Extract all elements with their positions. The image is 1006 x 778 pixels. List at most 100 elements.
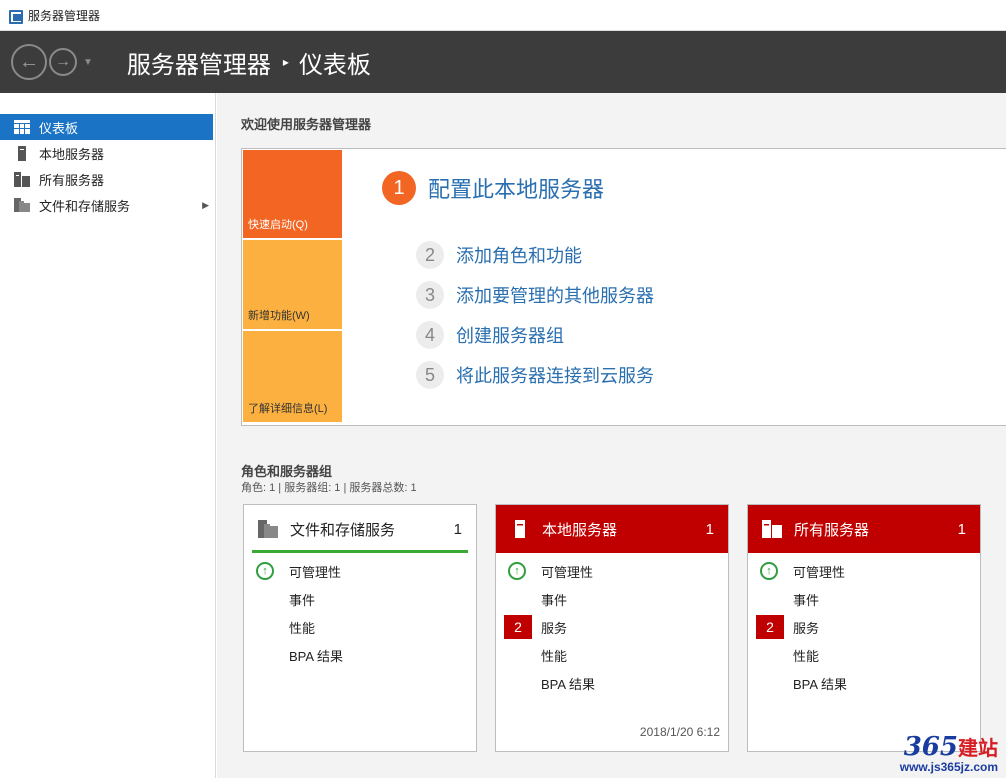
server-manager-icon <box>8 8 23 24</box>
window-title: 服务器管理器 <box>28 8 101 23</box>
local-server-icon <box>14 145 30 161</box>
sidebar-item-label: 文件和存储服务 <box>39 198 131 214</box>
sidebar-item-all-servers[interactable]: 所有服务器 <box>0 166 215 192</box>
sidebar-item-label: 仪表板 <box>39 120 79 136</box>
window-titlebar: 服务器管理器 <box>0 0 1006 31</box>
card-row-performance[interactable]: 性能 <box>496 641 728 669</box>
watermark-logo: 365建站 www.js365jz.com <box>900 734 998 774</box>
card-row-bpa[interactable]: BPA 结果 <box>496 669 728 697</box>
step-create-group[interactable]: 4 创建服务器组 <box>416 315 654 355</box>
card-count: 1 <box>705 520 714 538</box>
tile-learn-more[interactable]: 了解详细信息(L) <box>243 331 342 422</box>
card-row-services[interactable]: 2 服务 <box>748 613 980 641</box>
welcome-panel: 快速启动(Q) 新增功能(W) 了解详细信息(L) 1 配置此本地服务器 2 添… <box>241 148 1006 426</box>
step-link[interactable]: 添加要管理的其他服务器 <box>456 282 654 308</box>
sidebar-item-label: 所有服务器 <box>39 172 105 188</box>
roles-title: 角色和服务器组 <box>241 464 333 479</box>
sidebar-item-label: 本地服务器 <box>39 146 105 162</box>
step-list: 2 添加角色和功能 3 添加要管理的其他服务器 4 创建服务器组 5 将此服务器… <box>416 235 654 395</box>
card-row-manageability[interactable]: ↑ 可管理性 <box>244 557 476 585</box>
card-row-performance[interactable]: 性能 <box>244 613 476 641</box>
row-label: 可管理性 <box>289 564 342 580</box>
sidebar: 仪表板 本地服务器 所有服务器 文件和存储服务 ▶ <box>0 93 216 778</box>
submenu-chevron-icon[interactable]: ▶ <box>202 200 209 211</box>
card-row-performance[interactable]: 性能 <box>748 641 980 669</box>
row-label: 事件 <box>289 592 316 608</box>
alert-count-badge: 2 <box>504 615 532 639</box>
sidebar-item-file-storage[interactable]: 文件和存储服务 ▶ <box>0 192 215 218</box>
tile-whats-new[interactable]: 新增功能(W) <box>243 240 342 331</box>
forward-arrow-icon[interactable]: → <box>49 48 77 76</box>
step-number: 1 <box>382 171 416 205</box>
step-add-roles[interactable]: 2 添加角色和功能 <box>416 235 654 275</box>
card-row-bpa[interactable]: BPA 结果 <box>748 669 980 697</box>
card-header[interactable]: 所有服务器 1 <box>748 505 980 553</box>
card-title: 所有服务器 <box>794 521 870 539</box>
breadcrumb-app[interactable]: 服务器管理器 <box>127 45 271 80</box>
step-link[interactable]: 添加角色和功能 <box>456 242 582 268</box>
welcome-tiles: 快速启动(Q) 新增功能(W) 了解详细信息(L) <box>243 150 342 422</box>
role-card-all-servers[interactable]: 所有服务器 1 ↑ 可管理性 事件 2 服务 性能 BPA 结果 <box>747 504 981 752</box>
dropdown-caret-icon[interactable]: ▼ <box>83 57 93 68</box>
card-row-bpa[interactable]: BPA 结果 <box>244 641 476 669</box>
row-label: 事件 <box>541 592 568 608</box>
card-title: 文件和存储服务 <box>290 521 396 539</box>
status-ok-icon: ↑ <box>256 562 274 580</box>
step-link[interactable]: 将此服务器连接到云服务 <box>456 362 654 388</box>
card-row-manageability[interactable]: ↑ 可管理性 <box>748 557 980 585</box>
tile-label: 了解详细信息(L) <box>248 403 328 415</box>
tile-quick-start[interactable]: 快速启动(Q) <box>243 150 342 240</box>
card-row-services[interactable]: 2 服务 <box>496 613 728 641</box>
step-link[interactable]: 创建服务器组 <box>456 322 564 348</box>
watermark-brand: 365建站 <box>904 734 998 760</box>
status-ok-icon: ↑ <box>508 562 526 580</box>
back-arrow-icon[interactable]: ← <box>11 44 47 80</box>
roles-summary: 角色: 1 | 服务器组: 1 | 服务器总数: 1 <box>241 482 417 494</box>
card-title: 本地服务器 <box>542 521 618 539</box>
watermark-number: 365 <box>903 732 958 762</box>
file-storage-icon <box>258 519 278 539</box>
step-link[interactable]: 配置此本地服务器 <box>428 172 604 204</box>
step-connect-cloud[interactable]: 5 将此服务器连接到云服务 <box>416 355 654 395</box>
status-ok-icon: ↑ <box>760 562 778 580</box>
tile-label: 新增功能(W) <box>248 310 310 322</box>
card-row-events[interactable]: 事件 <box>496 585 728 613</box>
watermark-suffix: 建站 <box>958 736 998 760</box>
step-number: 2 <box>416 241 444 269</box>
row-label: 服务 <box>793 620 820 636</box>
row-label: BPA 结果 <box>793 676 847 692</box>
card-row-manageability[interactable]: ↑ 可管理性 <box>496 557 728 585</box>
dashboard-grid-icon <box>14 119 30 135</box>
sidebar-item-local-server[interactable]: 本地服务器 <box>0 140 215 166</box>
main-content: 欢迎使用服务器管理器 快速启动(Q) 新增功能(W) 了解详细信息(L) 1 配… <box>217 93 1006 778</box>
tile-label: 快速启动(Q) <box>248 219 308 231</box>
row-label: 可管理性 <box>793 564 846 580</box>
step-add-servers[interactable]: 3 添加要管理的其他服务器 <box>416 275 654 315</box>
step-number: 5 <box>416 361 444 389</box>
role-card-file-storage[interactable]: 文件和存储服务 1 ↑ 可管理性 事件 性能 BPA 结果 <box>243 504 477 752</box>
file-storage-icon <box>14 197 30 213</box>
step-configure-local-server[interactable]: 1 配置此本地服务器 <box>382 171 604 205</box>
welcome-title: 欢迎使用服务器管理器 <box>241 117 372 132</box>
breadcrumb-page: 仪表板 <box>298 51 371 79</box>
breadcrumb-separator: ▸ <box>282 55 289 69</box>
sidebar-item-dashboard[interactable]: 仪表板 <box>0 114 213 140</box>
row-label: 性能 <box>541 648 568 664</box>
step-number: 3 <box>416 281 444 309</box>
card-header[interactable]: 本地服务器 1 <box>496 505 728 553</box>
role-card-local-server[interactable]: 本地服务器 1 ↑ 可管理性 事件 2 服务 性能 BPA 结果 2018/1/… <box>495 504 729 752</box>
step-number: 4 <box>416 321 444 349</box>
card-header[interactable]: 文件和存储服务 1 <box>244 505 476 553</box>
breadcrumb: 服务器管理器 ▸ 仪表板 <box>127 45 371 80</box>
alert-count-badge: 2 <box>756 615 784 639</box>
all-servers-icon <box>14 171 30 187</box>
card-count: 1 <box>453 520 462 538</box>
card-row-events[interactable]: 事件 <box>748 585 980 613</box>
row-label: BPA 结果 <box>289 648 343 664</box>
card-timestamp: 2018/1/20 6:12 <box>639 725 720 739</box>
row-label: 性能 <box>289 620 316 636</box>
card-row-events[interactable]: 事件 <box>244 585 476 613</box>
header-bar: ← → ▼ 服务器管理器 ▸ 仪表板 <box>0 31 1006 93</box>
row-label: 性能 <box>793 648 820 664</box>
all-servers-icon <box>762 519 782 539</box>
